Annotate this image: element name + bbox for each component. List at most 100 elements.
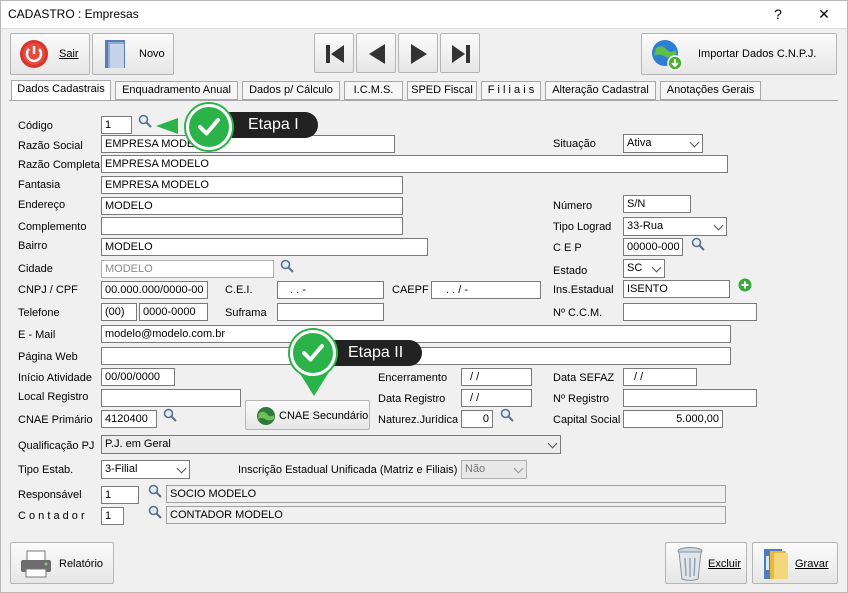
razao-completa-input[interactable]: EMPRESA MODELO [101, 155, 728, 173]
email-input[interactable]: modelo@modelo.com.br [101, 325, 731, 343]
last-record-button[interactable] [440, 33, 480, 73]
qualificacao-pj-select[interactable]: P.J. em Geral [101, 435, 561, 454]
exit-label: Sair [59, 48, 79, 60]
estado-value: SC [627, 262, 643, 274]
tipo-lograd-value: 33-Rua [627, 220, 664, 232]
binder-icon [764, 549, 788, 579]
report-button[interactable]: Relatório [10, 542, 114, 584]
complemento-input[interactable] [101, 217, 403, 235]
cnae-primario-label: CNAE Primário [18, 414, 93, 426]
codigo-search-icon[interactable] [138, 114, 152, 128]
responsavel-name: SOCIO MODELO [166, 485, 726, 503]
save-button[interactable]: Gravar [752, 542, 838, 584]
razao-completa-label: Razão Completa [18, 159, 100, 171]
natureza-juridica-input[interactable]: 0 [461, 410, 493, 428]
exit-button[interactable]: Sair [10, 33, 90, 75]
numero-input[interactable]: S/N [623, 195, 691, 213]
cidade-input[interactable]: MODELO [101, 260, 274, 278]
check-icon [198, 118, 220, 136]
previous-icon [369, 44, 385, 64]
tab-dados-calculo[interactable]: Dados p/ Cálculo [242, 81, 340, 100]
inscricao-unificada-select[interactable]: Não [461, 460, 527, 479]
cidade-search-icon[interactable] [280, 259, 294, 273]
close-button[interactable]: ✕ [806, 0, 842, 28]
bairro-input[interactable]: MODELO [101, 238, 428, 256]
tab-dados-cadastrais[interactable]: Dados Cadastrais [11, 80, 111, 101]
inicio-atividade-label: Início Atividade [18, 372, 92, 384]
contador-label: C o n t a d o r [18, 510, 85, 522]
new-label: Novo [139, 48, 165, 60]
contador-search-icon[interactable] [148, 505, 162, 519]
last-icon [452, 45, 470, 63]
tab-filiais[interactable]: F i l i a i s [481, 81, 541, 100]
tab-anotacoes-gerais[interactable]: Anotações Gerais [660, 81, 761, 100]
cei-label: C.E.I. [225, 284, 253, 296]
local-registro-input[interactable] [101, 389, 241, 407]
next-record-button[interactable] [398, 33, 438, 73]
add-icon[interactable] [738, 278, 752, 292]
cnae-secundario-button[interactable]: CNAE Secundário [245, 400, 370, 430]
chevron-down-icon [547, 438, 558, 449]
tab-sped-fiscal[interactable]: SPED Fiscal [407, 81, 477, 100]
natureza-juridica-label: Naturez.Jurídica [378, 414, 459, 426]
etapa2-check-badge [290, 330, 336, 376]
cnae-search-icon[interactable] [163, 408, 177, 422]
ccm-input[interactable] [623, 303, 757, 321]
delete-button[interactable]: Excluir [665, 542, 747, 584]
responsavel-code-input[interactable]: 1 [101, 486, 139, 504]
tab-enquadramento-anual[interactable]: Enquadramento Anual [115, 81, 238, 100]
responsavel-label: Responsável [18, 489, 82, 501]
cep-label: C E P [553, 242, 582, 254]
chevron-down-icon [689, 137, 700, 148]
tipo-lograd-label: Tipo Lograd [553, 221, 612, 233]
codigo-input[interactable]: 1 [101, 116, 132, 134]
first-record-button[interactable] [314, 33, 354, 73]
cnpj-input[interactable]: 00.000.000/0000-00 [101, 281, 208, 299]
telefone-input[interactable]: 0000-0000 [139, 303, 208, 321]
responsavel-search-icon[interactable] [148, 484, 162, 498]
estado-select[interactable]: SC [623, 259, 665, 278]
cei-input[interactable]: . . - [277, 281, 384, 299]
inicio-atividade-input[interactable]: 00/00/0000 [101, 368, 175, 386]
report-label: Relatório [59, 558, 104, 570]
etapa1-label: Etapa I [248, 116, 299, 133]
bairro-label: Bairro [18, 240, 48, 252]
fantasia-input[interactable]: EMPRESA MODELO [101, 176, 403, 194]
cidade-label: Cidade [18, 263, 53, 275]
tipo-estab-select[interactable]: 3-Filial [101, 460, 190, 479]
data-sefaz-input[interactable]: / / [623, 368, 697, 386]
contador-code-input[interactable]: 1 [101, 507, 124, 525]
caepf-input[interactable]: . . / - [431, 281, 541, 299]
cep-input[interactable]: 00000-000 [623, 238, 683, 256]
caepf-label: CAEPF [392, 284, 429, 296]
new-button[interactable]: Novo [92, 33, 174, 75]
natureza-search-icon[interactable] [500, 408, 514, 422]
endereco-input[interactable]: MODELO [101, 197, 403, 215]
tab-icms[interactable]: I.C.M.S. [344, 81, 403, 100]
capital-social-input[interactable]: 5.000,00 [623, 410, 723, 428]
n-registro-input[interactable] [623, 389, 757, 407]
n-registro-label: Nº Registro [553, 393, 609, 405]
data-registro-input[interactable]: / / [461, 389, 532, 407]
suframa-input[interactable] [277, 303, 384, 321]
pagina-web-label: Página Web [18, 351, 78, 363]
cnpj-label: CNPJ / CPF [18, 284, 78, 296]
encerramento-input[interactable]: / / [461, 368, 532, 386]
trash-icon [677, 547, 703, 581]
ins-estadual-input[interactable]: ISENTO [623, 280, 730, 298]
cep-search-icon[interactable] [691, 237, 705, 251]
tab-alteracao-cadastral[interactable]: Alteração Cadastral [545, 81, 656, 100]
import-cnpj-button[interactable]: Importar Dados C.N.P.J. [641, 33, 837, 75]
situacao-select[interactable]: Ativa [623, 134, 703, 153]
cnae-primario-input[interactable]: 4120400 [101, 410, 157, 428]
data-sefaz-label: Data SEFAZ [553, 372, 615, 384]
estado-label: Estado [553, 265, 588, 277]
help-button[interactable]: ? [760, 0, 796, 28]
razao-social-label: Razão Social [18, 140, 83, 152]
qualificacao-pj-value: P.J. em Geral [105, 438, 171, 450]
telefone-ddd-input[interactable]: (00) [101, 303, 137, 321]
capital-social-label: Capital Social [553, 414, 621, 426]
tipo-lograd-select[interactable]: 33-Rua [623, 217, 727, 236]
tipo-estab-label: Tipo Estab. [18, 464, 74, 476]
previous-record-button[interactable] [356, 33, 396, 73]
